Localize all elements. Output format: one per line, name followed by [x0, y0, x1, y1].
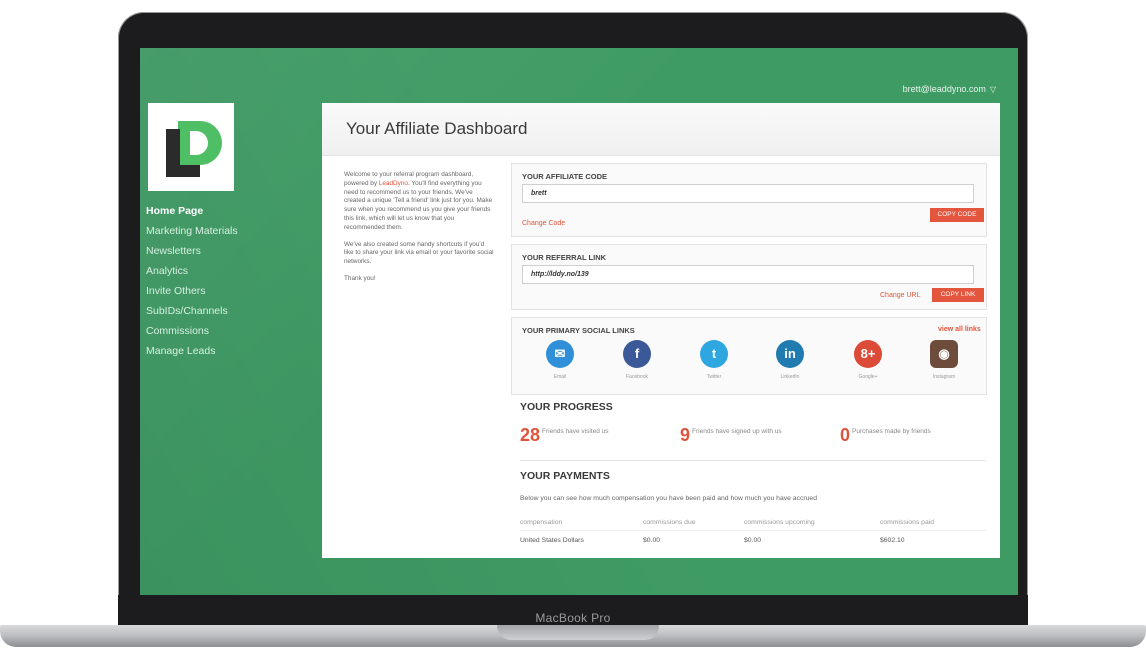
- column-header: commissions due: [643, 519, 696, 526]
- payments-description: Below you can see how much compensation …: [520, 495, 817, 502]
- stat-value: 0: [840, 425, 851, 445]
- sidebar-item-analytics[interactable]: Analytics: [146, 261, 238, 281]
- linkedin-icon: in: [776, 340, 804, 368]
- sidebar-item-commissions[interactable]: Commissions: [146, 321, 238, 341]
- sidebar-nav: Home Page Marketing Materials Newsletter…: [146, 201, 238, 361]
- facebook-icon: f: [623, 340, 651, 368]
- column-header: commissions paid: [880, 519, 935, 526]
- social-instagram[interactable]: ◉ Instagram: [914, 340, 974, 380]
- twitter-icon: t: [700, 340, 728, 368]
- copy-link-button[interactable]: COPY LINK: [932, 288, 984, 302]
- googleplus-icon: 8+: [854, 340, 882, 368]
- logo-l-foot: [166, 165, 200, 177]
- stat-purchases: 0 Purchases made by friends: [840, 425, 931, 446]
- view-all-links-link[interactable]: view all links: [938, 326, 981, 333]
- progress-title: YOUR PROGRESS: [520, 401, 613, 413]
- referral-link-field[interactable]: http://lddy.no/139: [522, 265, 974, 284]
- change-code-link[interactable]: Change Code: [522, 220, 565, 227]
- social-links-title: YOUR PRIMARY SOCIAL LINKS: [522, 326, 635, 335]
- instagram-icon: ◉: [930, 340, 958, 368]
- intro-text-after: . You'll find everything you need to rec…: [344, 179, 493, 231]
- table-cell: $602.10: [880, 537, 905, 544]
- section-divider: [520, 460, 986, 461]
- social-twitter[interactable]: t Twitter: [684, 340, 744, 380]
- social-label: Google+: [858, 374, 878, 380]
- payments-title: YOUR PAYMENTS: [520, 470, 610, 482]
- leaddyno-link[interactable]: LeadDyno: [379, 180, 408, 187]
- screen: brett@leaddyno.com ▽ Home Page Marketing …: [140, 48, 1018, 595]
- stat-value: 28: [520, 425, 541, 445]
- social-googleplus[interactable]: 8+ Google+: [838, 340, 898, 380]
- table-cell: $0.00: [744, 537, 762, 544]
- stat-visited: 28 Friends have visited us: [520, 425, 609, 446]
- main-panel: Your Affiliate Dashboard Welcome to your…: [322, 103, 1000, 558]
- referral-link-card: YOUR REFERRAL LINK http://lddy.no/139 Ch…: [511, 244, 987, 310]
- intro-text: Welcome to your referral program dashboa…: [344, 171, 494, 292]
- table-cell: $0.00: [643, 537, 661, 544]
- leaddyno-logo[interactable]: [148, 103, 234, 191]
- intro-paragraph-3: Thank you!: [344, 274, 376, 282]
- intro-paragraph-1: Welcome to your referral program dashboa…: [344, 171, 494, 233]
- social-label: Instagram: [932, 374, 956, 380]
- social-links-card: YOUR PRIMARY SOCIAL LINKS view all links…: [511, 317, 987, 395]
- social-label: Email: [553, 374, 567, 380]
- intro-paragraph-2: We've also created some handy shortcuts …: [344, 240, 494, 266]
- stat-label: Friends have visited us: [542, 428, 609, 435]
- table-divider: [520, 530, 986, 531]
- user-menu[interactable]: brett@leaddyno.com ▽: [903, 84, 996, 94]
- copy-code-button[interactable]: COPY CODE: [930, 208, 984, 222]
- affiliate-code-field[interactable]: brett: [522, 184, 974, 203]
- sidebar-item-invite-others[interactable]: Invite Others: [146, 281, 238, 301]
- affiliate-code-title: YOUR AFFILIATE CODE: [522, 172, 607, 181]
- laptop-notch: [497, 625, 659, 640]
- stat-signed-up: 9 Friends have signed up with us: [680, 425, 782, 446]
- sidebar-item-home-page[interactable]: Home Page: [146, 201, 238, 221]
- sidebar-item-newsletters[interactable]: Newsletters: [146, 241, 238, 261]
- user-email: brett@leaddyno.com: [902, 84, 986, 94]
- page-title: Your Affiliate Dashboard: [346, 119, 528, 138]
- stat-label: Purchases made by friends: [852, 428, 931, 435]
- social-label: LinkedIn: [780, 374, 800, 380]
- stat-label: Friends have signed up with us: [692, 428, 782, 435]
- device-label: MacBook Pro: [535, 611, 611, 625]
- affiliate-code-card: YOUR AFFILIATE CODE brett COPY CODE Chan…: [511, 163, 987, 237]
- social-facebook[interactable]: f Facebook: [607, 340, 667, 380]
- referral-link-title: YOUR REFERRAL LINK: [522, 253, 607, 262]
- social-label: Facebook: [626, 374, 648, 380]
- sidebar-item-manage-leads[interactable]: Manage Leads: [146, 341, 238, 361]
- social-email[interactable]: ✉ Email: [530, 340, 590, 380]
- page-header: Your Affiliate Dashboard: [322, 103, 1000, 156]
- column-header: compensation: [520, 519, 563, 526]
- sidebar-item-marketing-materials[interactable]: Marketing Materials: [146, 221, 238, 241]
- chevron-down-icon: ▽: [989, 85, 996, 94]
- column-header: commissions upcoming: [744, 519, 815, 526]
- stat-value: 9: [680, 425, 691, 445]
- email-icon: ✉: [546, 340, 574, 368]
- change-url-link[interactable]: Change URL: [880, 292, 920, 299]
- social-linkedin[interactable]: in LinkedIn: [760, 340, 820, 380]
- social-label: Twitter: [706, 374, 722, 380]
- sidebar-item-subids-channels[interactable]: SubIDs/Channels: [146, 301, 238, 321]
- table-cell: United States Dollars: [520, 537, 584, 544]
